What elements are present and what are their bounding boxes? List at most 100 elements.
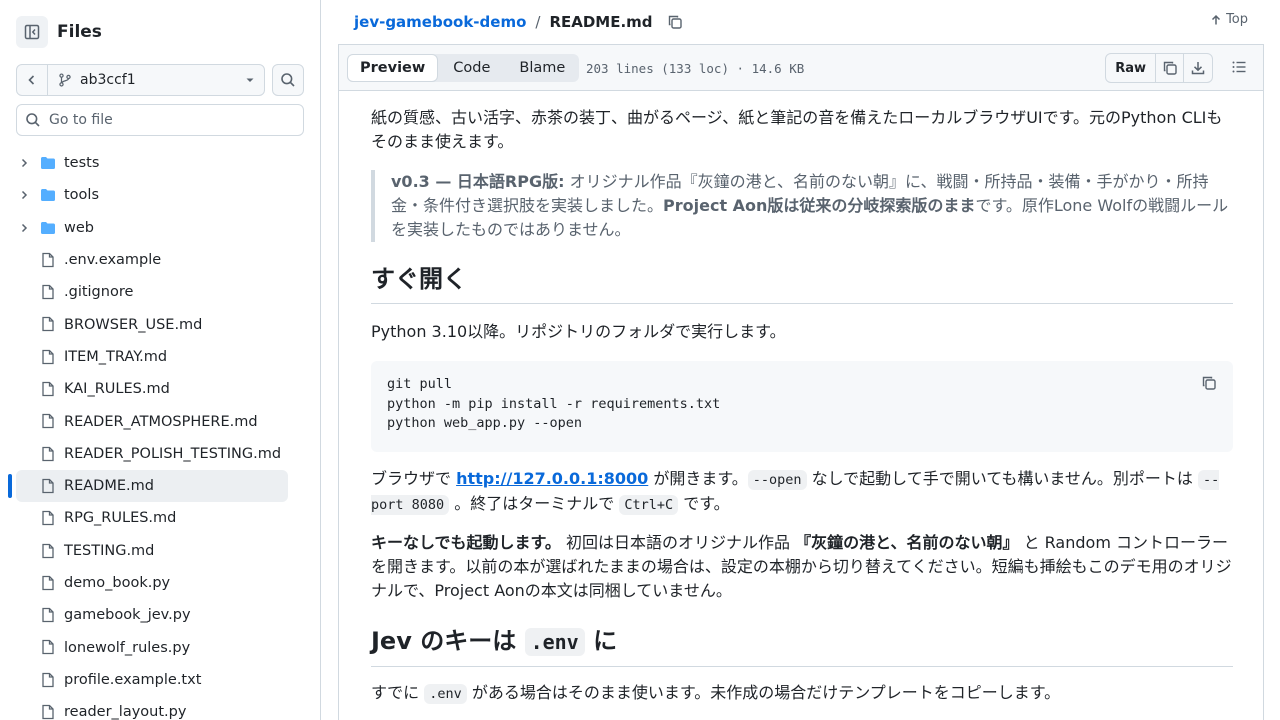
- tab-preview[interactable]: Preview: [347, 54, 439, 82]
- tree-item-label: demo_book.py: [64, 575, 171, 591]
- sidebar-title: Files: [57, 22, 102, 42]
- python-requirement: Python 3.10以降。リポジトリのフォルダで実行します。: [371, 322, 786, 341]
- tree-item-label: BROWSER_USE.md: [64, 316, 203, 333]
- tree-item-icon: [40, 220, 56, 240]
- tree-file-15[interactable]: lonewolf_rules.py: [0, 631, 320, 663]
- tree-file-7[interactable]: KAI_RULES.md: [0, 373, 320, 405]
- text: 初回は日本語のオリジナル作品: [560, 533, 796, 552]
- note-version-label: v0.3 — 日本語RPG版:: [391, 172, 565, 191]
- browser-instructions: ブラウザで http://127.0.0.1:8000 が開きます。 --open…: [371, 467, 1233, 517]
- note-aon-label: Project Aon版は従来の分岐探索版のまま: [663, 196, 976, 215]
- tree-file-12[interactable]: TESTING.md: [0, 535, 320, 567]
- branch-dropdown[interactable]: ab3ccf1: [48, 72, 236, 88]
- localhost-link[interactable]: http://127.0.0.1:8000: [456, 469, 648, 488]
- breadcrumb-repo-link[interactable]: jev-gamebook-demo: [354, 13, 526, 31]
- raw-button[interactable]: Raw: [1106, 54, 1156, 82]
- tree-file-14[interactable]: gamebook_jev.py: [0, 599, 320, 631]
- collapse-sidebar-button[interactable]: [16, 16, 48, 48]
- file-icon: [42, 381, 54, 397]
- inline-code-open: --open: [747, 470, 807, 490]
- tree-item-label: reader_layout.py: [64, 704, 187, 720]
- tree-item-icon: [40, 607, 56, 627]
- branch-back-button[interactable]: [17, 65, 48, 95]
- copy-path-button[interactable]: [667, 14, 683, 30]
- file-icon: [42, 511, 54, 526]
- download-button[interactable]: [1184, 54, 1212, 82]
- tree-file-11[interactable]: RPG_RULES.md: [0, 502, 320, 534]
- text: です。: [678, 494, 730, 513]
- tree-item-label: ITEM_TRAY.md: [64, 348, 168, 365]
- tree-item-icon: [40, 543, 56, 563]
- file-icon: [42, 704, 54, 720]
- copy-raw-button[interactable]: [1156, 54, 1184, 82]
- book-title-bold: 『灰鐘の港と、名前のない朝』: [795, 533, 1019, 552]
- tree-file-9[interactable]: READER_POLISH_TESTING.md: [0, 438, 320, 470]
- tree-file-6[interactable]: ITEM_TRAY.md: [0, 341, 320, 373]
- file-icon: [42, 285, 54, 300]
- tab-blame[interactable]: Blame: [505, 54, 579, 82]
- install-code-block: git pull python -m pip install -r requir…: [371, 361, 1233, 452]
- breadcrumb: jev-gamebook-demo / README.md: [354, 12, 683, 32]
- tree-folder-0[interactable]: tests: [0, 147, 320, 179]
- tree-item-icon: [40, 413, 56, 433]
- tree-file-8[interactable]: READER_ATMOSPHERE.md: [0, 405, 320, 437]
- tree-item-label: web: [64, 219, 94, 236]
- chevron-right-icon: [21, 223, 28, 232]
- tree-file-16[interactable]: profile.example.txt: [0, 664, 320, 696]
- sidebar-header: Files: [16, 16, 102, 48]
- tree-folder-2[interactable]: web: [0, 212, 320, 244]
- file-icon: [42, 446, 54, 461]
- folder-icon: [41, 189, 55, 202]
- back-to-top-link[interactable]: Top: [1210, 12, 1248, 27]
- text: に: [584, 627, 618, 655]
- copy-icon: [1202, 376, 1216, 390]
- branch-caret[interactable]: [236, 75, 264, 85]
- tree-item-label: lonewolf_rules.py: [64, 639, 191, 656]
- copy-code-button[interactable]: [1201, 375, 1217, 398]
- code-line: python -m pip install -r requirements.tx…: [387, 395, 721, 412]
- search-icon: [281, 73, 295, 87]
- text: 。終了はターミナルで: [449, 494, 620, 513]
- tree-file-3[interactable]: .env.example: [0, 244, 320, 276]
- file-icon: [42, 575, 54, 591]
- text: なしで起動して手で開いても構いません。別ポートは: [806, 469, 1199, 488]
- file-icon: [42, 640, 54, 655]
- file-icon: [42, 608, 54, 623]
- env-paragraph: すでに .env がある場合はそのまま使います。未作成の場合だけテンプレートをコ…: [371, 681, 1233, 706]
- branch-selector: ab3ccf1: [16, 64, 265, 96]
- tree-item-label: KAI_RULES.md: [64, 381, 170, 398]
- tree-item-icon: [40, 639, 56, 659]
- heading-jev-key: Jev のキーは .env に: [371, 625, 1233, 667]
- breadcrumb-separator: /: [535, 13, 541, 31]
- search-files-button[interactable]: [272, 64, 304, 96]
- sidebar-collapse-icon: [24, 24, 40, 40]
- active-row-indicator: [8, 473, 12, 498]
- file-icon: [42, 317, 54, 332]
- tree-item-icon: [40, 252, 56, 272]
- readme-note-blockquote: v0.3 — 日本語RPG版: オリジナル作品『灰鐘の港と、名前のない朝』に、戦…: [371, 170, 1233, 242]
- tree-item-icon: [40, 510, 56, 530]
- file-actions-group: Raw: [1105, 53, 1213, 83]
- tree-file-10[interactable]: README.md: [0, 469, 320, 503]
- go-to-file-field[interactable]: [16, 104, 304, 136]
- tree-file-13[interactable]: demo_book.py: [0, 567, 320, 599]
- tree-item-label: tests: [64, 155, 100, 172]
- tree-file-4[interactable]: .gitignore: [0, 276, 320, 308]
- tree-item-icon: [40, 187, 56, 207]
- tree-item-icon: [40, 349, 56, 369]
- outline-button[interactable]: [1231, 59, 1247, 75]
- tree-item-label: READER_ATMOSPHERE.md: [64, 413, 258, 430]
- tree-file-5[interactable]: BROWSER_USE.md: [0, 308, 320, 340]
- code-line: git pull: [387, 376, 453, 392]
- tab-code[interactable]: Code: [438, 54, 505, 82]
- readme-intro: 紙の質感、古い活字、赤茶の装丁、曲がるページ、紙と筆記の音を備えたローカルブラウ…: [371, 108, 1223, 151]
- tree-item-label: .env.example: [64, 252, 162, 269]
- file-stats: 203 lines (133 loc) · 14.6 KB: [586, 61, 805, 76]
- tree-item-label: READER_POLISH_TESTING.md: [64, 445, 282, 462]
- go-to-file-input[interactable]: [49, 112, 289, 128]
- tree-folder-1[interactable]: tools: [0, 179, 320, 211]
- tree-item-icon: [40, 478, 56, 498]
- tree-item-label: TESTING.md: [64, 542, 155, 559]
- tree-file-17[interactable]: reader_layout.py: [0, 696, 320, 720]
- inline-code-env: .env: [424, 684, 467, 704]
